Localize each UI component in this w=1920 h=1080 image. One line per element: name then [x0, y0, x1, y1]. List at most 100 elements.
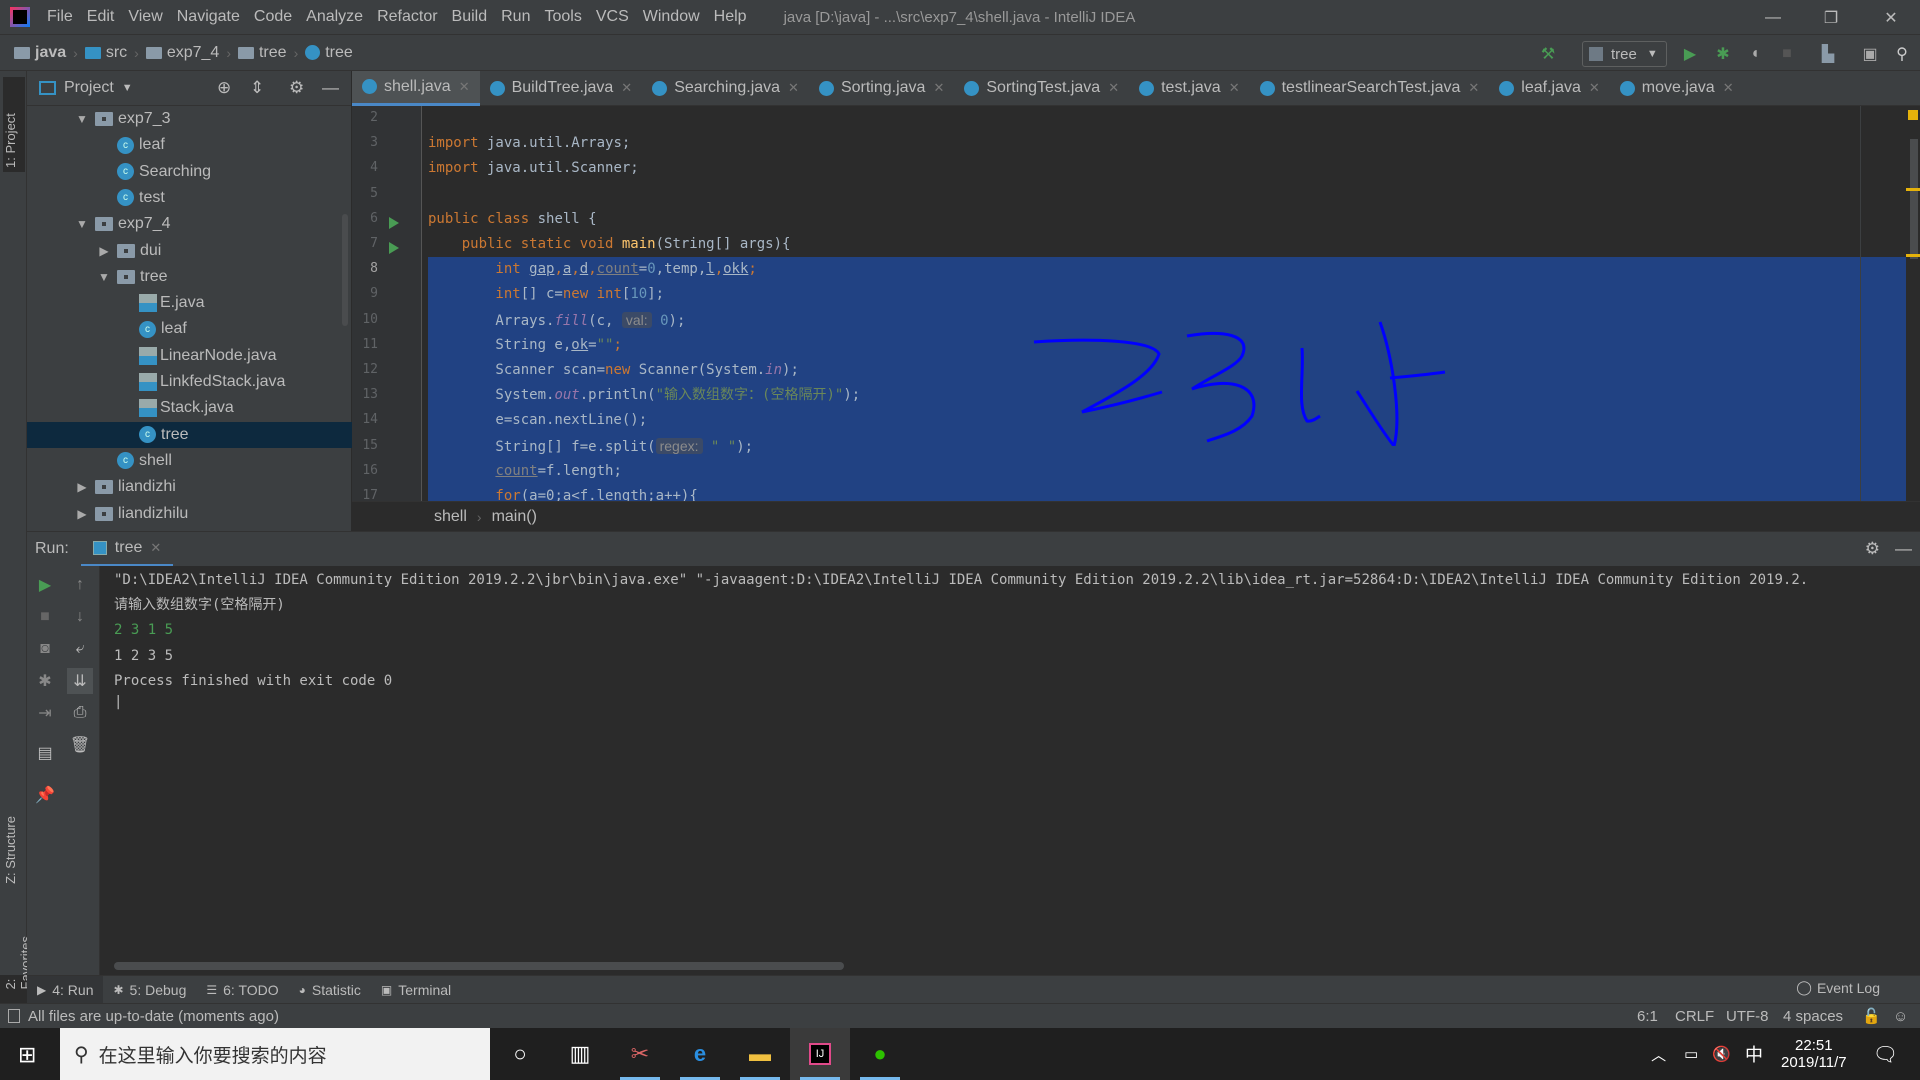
caret-position[interactable]: 6:1	[1637, 1008, 1658, 1025]
tool-window-button[interactable]: ☰ 6: TODO	[196, 976, 288, 1004]
exit-icon[interactable]: ⇥	[34, 702, 56, 724]
editor-scrollbar-thumb[interactable]	[1910, 139, 1918, 259]
tree-item[interactable]: ▶ liandizhi	[27, 474, 352, 500]
run-tab-tree[interactable]: tree ✕	[80, 532, 174, 567]
volume-muted-icon[interactable]: 🔇	[1712, 1045, 1731, 1063]
close-tab-icon[interactable]: ✕	[933, 80, 944, 96]
wechat-icon[interactable]: ●	[850, 1028, 910, 1080]
close-button[interactable]: ✕	[1862, 0, 1920, 35]
run-icon[interactable]: ▶	[1680, 44, 1700, 64]
file-encoding[interactable]: UTF-8	[1726, 1008, 1769, 1025]
tree-item[interactable]: LinearNode.java	[27, 343, 352, 369]
collapsed-arrow-icon[interactable]: ▶	[75, 507, 89, 521]
cortana-icon[interactable]: ○	[490, 1028, 550, 1080]
debug-icon[interactable]: ✱	[34, 670, 56, 692]
build-hammer-icon[interactable]: ⚒	[1538, 44, 1558, 64]
down-arrow-icon[interactable]: ↓	[69, 606, 91, 628]
tree-item[interactable]: ▶ liandizhilu	[27, 501, 352, 527]
close-tab-icon[interactable]: ✕	[1468, 80, 1479, 96]
close-tab-icon[interactable]: ✕	[1108, 80, 1119, 96]
project-structure-icon[interactable]: ▙	[1818, 44, 1838, 64]
menu-build[interactable]: Build	[445, 8, 495, 26]
tree-item[interactable]: c leaf	[27, 316, 352, 342]
menu-edit[interactable]: Edit	[80, 8, 122, 26]
collapsed-arrow-icon[interactable]: ▶	[97, 244, 111, 258]
close-tab-icon[interactable]: ✕	[621, 80, 632, 96]
error-stripe-mark[interactable]	[1906, 254, 1920, 257]
menu-view[interactable]: View	[121, 8, 169, 26]
collapsed-arrow-icon[interactable]: ▶	[75, 480, 89, 494]
editor-tab[interactable]: move.java ✕	[1610, 71, 1744, 106]
warning-marker[interactable]	[1908, 110, 1918, 120]
lock-icon[interactable]: 🔓	[1862, 1007, 1881, 1025]
console-output[interactable]: "D:\IDEA2\IntelliJ IDEA Community Editio…	[100, 566, 1920, 975]
restore-button[interactable]: ❐	[1802, 0, 1860, 35]
locate-icon[interactable]: ⊕	[217, 78, 231, 98]
tree-item[interactable]: ▼ tree	[27, 264, 352, 290]
menu-vcs[interactable]: VCS	[589, 8, 636, 26]
expanded-arrow-icon[interactable]: ▼	[97, 270, 111, 284]
menu-tools[interactable]: Tools	[537, 8, 588, 26]
tree-item[interactable]: c shell	[27, 448, 352, 474]
windows-start-icon[interactable]: ⊞	[18, 1042, 36, 1068]
tool-window-button[interactable]: ✱ 5: Debug	[103, 976, 196, 1004]
expanded-arrow-icon[interactable]: ▼	[75, 112, 89, 126]
console-horizontal-scrollbar[interactable]	[114, 962, 844, 970]
notification-center-icon[interactable]: 🗨	[1873, 1042, 1898, 1067]
menu-navigate[interactable]: Navigate	[170, 8, 247, 26]
breadcrumb-method[interactable]: main()	[492, 508, 537, 526]
editor-tab[interactable]: Sorting.java ✕	[809, 71, 954, 106]
snipping-tool-icon[interactable]: ✂	[610, 1028, 670, 1080]
close-tab-icon[interactable]: ✕	[459, 79, 470, 95]
tree-item[interactable]: ▼ exp7_3	[27, 106, 352, 132]
edge-browser-icon[interactable]: e	[670, 1028, 730, 1080]
up-arrow-icon[interactable]: ↑	[69, 574, 91, 596]
tree-item[interactable]: ▼ exp7_4	[27, 211, 352, 237]
collapse-all-icon[interactable]: ⇕	[250, 78, 264, 98]
clock[interactable]: 22:51 2019/11/7	[1781, 1037, 1847, 1071]
terminal-window-icon[interactable]: ▣	[1860, 44, 1880, 64]
event-log-button[interactable]: ◯ Event Log	[1796, 979, 1880, 996]
run-gutter-icon[interactable]	[389, 242, 399, 254]
breadcrumb-tree-package[interactable]: tree	[234, 44, 291, 62]
close-tab-icon[interactable]: ✕	[788, 80, 799, 96]
menu-analyze[interactable]: Analyze	[299, 8, 370, 26]
menu-run[interactable]: Run	[494, 8, 537, 26]
expanded-arrow-icon[interactable]: ▼	[75, 217, 89, 231]
tree-item[interactable]: c Searching	[27, 159, 352, 185]
menu-refactor[interactable]: Refactor	[370, 8, 444, 26]
gear-icon[interactable]: ⚙	[1865, 539, 1880, 559]
hide-icon[interactable]: —	[1895, 539, 1912, 559]
menu-help[interactable]: Help	[707, 8, 754, 26]
file-explorer-icon[interactable]: ▬	[730, 1028, 790, 1080]
editor-tab[interactable]: Searching.java ✕	[642, 71, 809, 106]
battery-icon[interactable]: ▭	[1684, 1045, 1698, 1063]
close-tab-icon[interactable]: ✕	[1589, 80, 1600, 96]
tree-item[interactable]: c leaf	[27, 132, 352, 158]
stop-icon[interactable]: ■	[1777, 44, 1797, 64]
indent-setting[interactable]: 4 spaces	[1783, 1008, 1843, 1025]
chevron-down-icon[interactable]: ▼	[122, 82, 133, 94]
code-editor[interactable]: 2 3 4 5 6 7 8 9 10 11 12 13 14 15 16 17 import java.uti…	[352, 106, 1920, 501]
camera-icon[interactable]: ◙	[34, 638, 56, 660]
debug-icon[interactable]: ✱	[1713, 44, 1733, 64]
soft-wrap-icon[interactable]: ⤶	[69, 638, 91, 660]
editor-tab[interactable]: shell.java ✕	[352, 70, 480, 106]
menu-file[interactable]: File	[40, 8, 80, 26]
minimize-button[interactable]: —	[1744, 0, 1802, 35]
editor-tab[interactable]: leaf.java ✕	[1489, 71, 1610, 106]
breadcrumb-exp7-4[interactable]: exp7_4	[142, 44, 224, 62]
tree-item[interactable]: E.java	[27, 290, 352, 316]
project-panel-title[interactable]: Project	[64, 79, 114, 97]
inspector-icon[interactable]: ☺	[1893, 1008, 1908, 1025]
tool-window-button[interactable]: ◕ Statistic	[289, 976, 371, 1004]
print-icon[interactable]: ⎙	[69, 702, 91, 724]
tree-item[interactable]: c tree	[27, 421, 352, 448]
gear-icon[interactable]: ⚙	[289, 78, 304, 98]
tray-chevron-up-icon[interactable]: ︿	[1651, 1044, 1666, 1065]
run-config-dropdown[interactable]: tree ▼	[1582, 41, 1667, 67]
error-stripe-mark[interactable]	[1906, 188, 1920, 191]
menu-code[interactable]: Code	[247, 8, 299, 26]
coverage-icon[interactable]: ◖	[1745, 44, 1765, 64]
editor-tab[interactable]: test.java ✕	[1129, 71, 1250, 106]
